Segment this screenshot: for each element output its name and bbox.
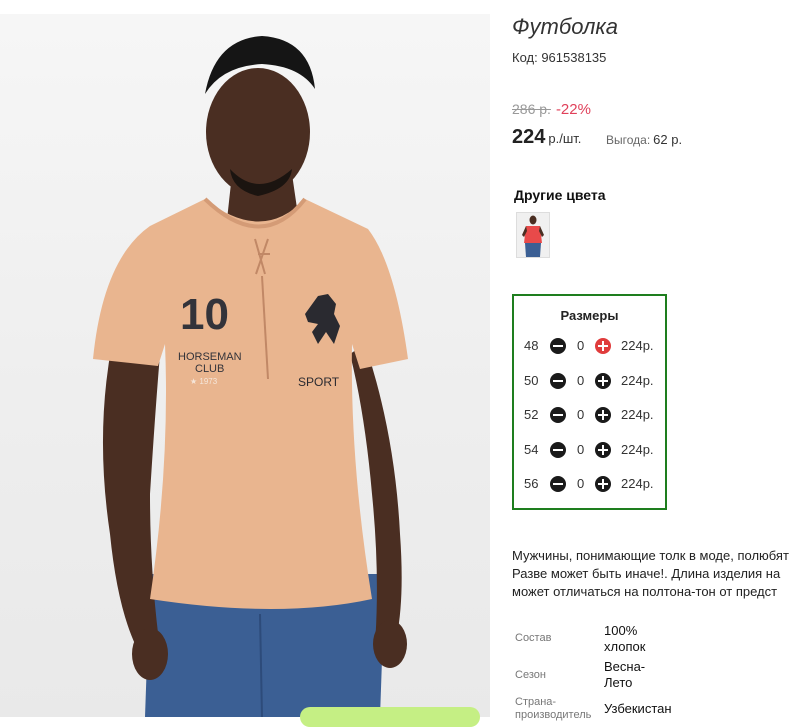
- sizes-selector: Размеры 48 0 224р. 50 0 224р. 52 0 224р.…: [512, 294, 667, 510]
- increase-quantity-button[interactable]: [595, 442, 611, 458]
- attribute-value-season: Весна- Лето: [604, 659, 645, 691]
- size-label: 52: [524, 407, 539, 422]
- size-row: 48 0 224р.: [514, 334, 665, 358]
- decrease-quantity-button[interactable]: [550, 442, 566, 458]
- minus-icon: [553, 483, 563, 485]
- decrease-quantity-button[interactable]: [550, 338, 566, 354]
- quantity-value: 0: [577, 338, 585, 353]
- product-title: Футболка: [512, 14, 618, 39]
- quantity-value: 0: [577, 442, 585, 457]
- description-line: может отличаться на полтона-тон от предс…: [512, 584, 778, 599]
- size-label: 48: [524, 338, 539, 353]
- shirt-print-line2: CLUB: [195, 363, 224, 375]
- attribute-value-line: 100%: [604, 623, 638, 638]
- increase-quantity-button[interactable]: [595, 476, 611, 492]
- attribute-label-country: Страна- производитель: [515, 696, 591, 722]
- old-price-row: 286 р. -22%: [512, 101, 591, 119]
- size-label: 50: [524, 373, 539, 388]
- size-price: 224р.: [621, 373, 654, 388]
- size-row: 54 0 224р.: [514, 438, 665, 462]
- increase-quantity-button[interactable]: [595, 373, 611, 389]
- decrease-quantity-button[interactable]: [550, 407, 566, 423]
- sizes-title: Размеры: [560, 308, 619, 323]
- discount-badge: -22%: [555, 101, 591, 118]
- price-unit: р./шт.: [548, 131, 582, 146]
- size-price: 224р.: [621, 407, 654, 422]
- decrease-quantity-button[interactable]: [550, 373, 566, 389]
- attribute-value-line: Весна-: [604, 659, 646, 674]
- price-row: 224 р./шт.: [512, 126, 581, 149]
- size-label: 56: [524, 476, 539, 491]
- size-price: 224р.: [621, 442, 654, 457]
- minus-icon: [553, 414, 563, 416]
- add-to-cart-button[interactable]: [300, 707, 480, 727]
- other-colors-title: Другие цвета: [514, 187, 606, 203]
- size-price: 224р.: [621, 338, 654, 353]
- shirt-print-sport: SPORT: [298, 375, 340, 389]
- minus-icon: [553, 449, 563, 451]
- product-description: Мужчины, понимающие толк в моде, полюбят…: [512, 547, 802, 601]
- minus-icon: [553, 380, 563, 382]
- old-price: 286 р.: [512, 101, 551, 117]
- shirt-print-line1: HORSEMAN: [178, 351, 242, 363]
- description-line: Мужчины, понимающие толк в моде, полюбят: [512, 548, 789, 563]
- size-label: 54: [524, 442, 539, 457]
- quantity-value: 0: [577, 373, 585, 388]
- benefit: Выгода: 62 р.: [606, 132, 682, 147]
- attribute-label-line: производитель: [515, 709, 592, 721]
- attribute-value-composition: 100% хлопок: [604, 623, 645, 655]
- shirt-print-number: 10: [180, 290, 229, 339]
- increase-quantity-button[interactable]: [595, 407, 611, 423]
- red-shirt-thumbnail[interactable]: [516, 212, 550, 258]
- size-row: 52 0 224р.: [514, 403, 665, 427]
- attribute-label-season: Сезон: [515, 669, 546, 681]
- size-price: 224р.: [621, 476, 654, 491]
- product-photo[interactable]: 10 HORSEMAN CLUB ★ 1973 SPORT: [0, 14, 490, 717]
- current-price: 224: [512, 126, 546, 148]
- attribute-value-line: Лето: [604, 675, 633, 690]
- size-row: 50 0 224р.: [514, 369, 665, 393]
- attribute-label-line: Страна-: [515, 696, 557, 708]
- benefit-value: 62 р.: [653, 132, 683, 147]
- minus-icon: [553, 345, 563, 347]
- description-line: Разве может быть иначе!. Длина изделия н…: [512, 566, 781, 581]
- shirt-print-line3: ★ 1973: [190, 377, 218, 386]
- benefit-label: Выгода:: [606, 133, 651, 147]
- size-row: 56 0 224р.: [514, 472, 665, 496]
- attribute-value-line: хлопок: [604, 639, 646, 654]
- product-info-panel: Футболка Код: 961538135 286 р. -22% 224 р.…: [510, 0, 802, 721]
- product-code: Код: 961538135: [512, 50, 607, 65]
- quantity-value: 0: [577, 407, 585, 422]
- attribute-value-country: Узбекистан: [604, 701, 672, 716]
- quantity-value: 0: [577, 476, 585, 491]
- decrease-quantity-button[interactable]: [550, 476, 566, 492]
- increase-quantity-button[interactable]: [595, 338, 611, 354]
- attribute-label-composition: Состав: [515, 632, 552, 644]
